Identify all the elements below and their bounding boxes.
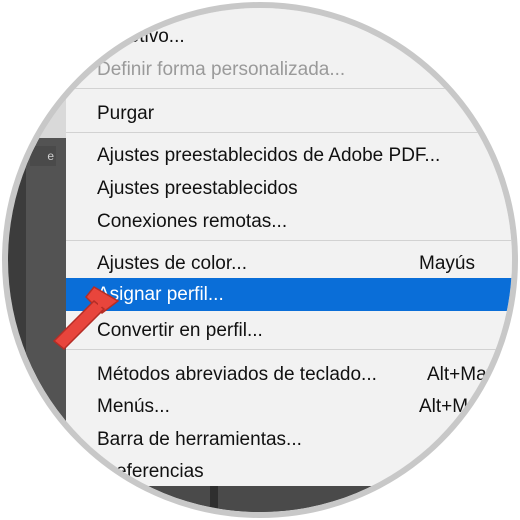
menu-separator bbox=[66, 349, 512, 350]
menu-item-ajustes-color[interactable]: Ajustes de color... Mayús bbox=[66, 247, 512, 280]
edit-menu: ...Motivo... Definir forma personalizada… bbox=[66, 8, 512, 488]
menu-item-convertir-perfil[interactable]: Convertir en perfil... bbox=[66, 314, 512, 347]
menu-item-label: Convertir en perfil... bbox=[97, 320, 263, 341]
menu-item-metodos-abreviados[interactable]: Métodos abreviados de teclado... Alt+May bbox=[66, 358, 512, 391]
menu-item-motivo[interactable]: ...Motivo... bbox=[66, 20, 512, 53]
menu-item-label: Purgar bbox=[97, 103, 155, 124]
left-panel-tab[interactable]: e bbox=[30, 146, 56, 166]
menu-item-label: Ajustes preestablecidos bbox=[97, 178, 298, 199]
menu-separator bbox=[66, 132, 512, 133]
bottom-panel-segment bbox=[218, 486, 512, 512]
menu-item-shortcut: Alt+M bbox=[419, 396, 469, 417]
menu-item-asignar-perfil[interactable]: Asignar perfil... bbox=[66, 278, 512, 311]
bottom-panel-segment bbox=[100, 486, 210, 512]
menu-item-label: ...Motivo... bbox=[97, 26, 185, 47]
menu-item-ajustes-pdf[interactable]: Ajustes preestablecidos de Adobe PDF... bbox=[66, 139, 512, 172]
menu-item-conexiones-remotas[interactable]: Conexiones remotas... bbox=[66, 205, 512, 238]
menu-item-menus[interactable]: Menús... Alt+M bbox=[66, 390, 512, 423]
menu-item-barra-herramientas[interactable]: Barra de herramientas... bbox=[66, 423, 512, 456]
menu-item-purgar[interactable]: Purgar bbox=[66, 97, 512, 130]
menu-item-label: Preferencias bbox=[97, 461, 204, 482]
menu-separator bbox=[66, 88, 512, 89]
menu-item-label: Menús... bbox=[97, 396, 170, 417]
menu-item-definir-forma: Definir forma personalizada... bbox=[66, 53, 512, 86]
menu-item-preferencias[interactable]: Preferencias bbox=[66, 455, 512, 488]
menu-item-ajustes-preestablecidos[interactable]: Ajustes preestablecidos bbox=[66, 172, 512, 205]
menu-item-shortcut: Mayús bbox=[419, 253, 475, 274]
menu-item-shortcut: Alt+May bbox=[427, 364, 497, 385]
bottom-panel bbox=[8, 486, 512, 512]
menu-item-label: Métodos abreviados de teclado... bbox=[97, 364, 377, 385]
menu-item-label: Ajustes de color... bbox=[97, 253, 247, 274]
magnifier-circle: e ...Motivo... Definir forma personaliza… bbox=[2, 2, 518, 518]
menu-item-label: Ajustes preestablecidos de Adobe PDF... bbox=[97, 145, 441, 166]
menu-item-label: Barra de herramientas... bbox=[97, 429, 302, 450]
pointer-arrow-icon bbox=[52, 286, 120, 351]
menu-separator bbox=[66, 240, 512, 241]
menu-item-label: Definir forma personalizada... bbox=[97, 59, 346, 80]
menu-item-label: Conexiones remotas... bbox=[97, 211, 288, 232]
